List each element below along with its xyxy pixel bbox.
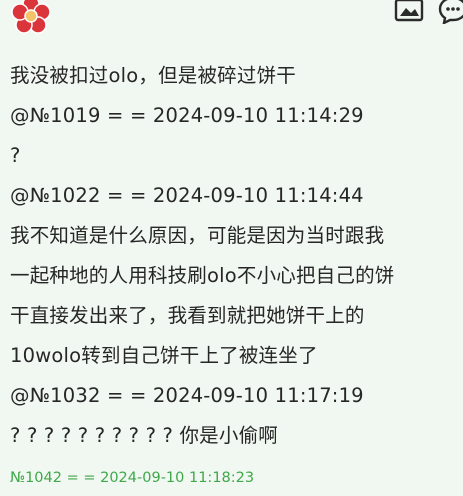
reply-reference[interactable]: @№1022 = = 2024-09-10 11:14:44	[10, 176, 460, 216]
post-footer-reference[interactable]: №1042 = = 2024-09-10 11:18:23	[10, 470, 254, 486]
post-line: 一起种地的人用科技刷olo不小心把自己的饼	[10, 264, 395, 287]
avatar[interactable]	[9, 0, 53, 34]
post-line: ? ? ? ? ? ? ? ? ? ? 你是小偷啊	[10, 424, 278, 447]
reply-reference[interactable]: @№1019 = = 2024-09-10 11:14:29	[10, 96, 460, 136]
post-content: 我没被扣过olo，但是被碎过饼干 @№1019 = = 2024-09-10 1…	[10, 56, 460, 456]
chat-bubble-icon[interactable]	[438, 0, 463, 28]
post-line: 我不知道是什么原因，可能是因为当时跟我	[10, 224, 385, 247]
post-line: 10wolo转到自己饼干上了被连坐了	[10, 344, 318, 367]
photo-frame-icon[interactable]	[394, 0, 424, 28]
post-line: 干直接发出来了，我看到就把她饼干上的	[10, 304, 365, 327]
post-line: ?	[10, 144, 21, 167]
red-flower-avatar-icon	[11, 0, 51, 34]
reply-reference[interactable]: @№1032 = = 2024-09-10 11:17:19	[10, 376, 460, 416]
top-bar	[0, 0, 463, 42]
post-line: 我没被扣过olo，但是被碎过饼干	[10, 64, 296, 87]
